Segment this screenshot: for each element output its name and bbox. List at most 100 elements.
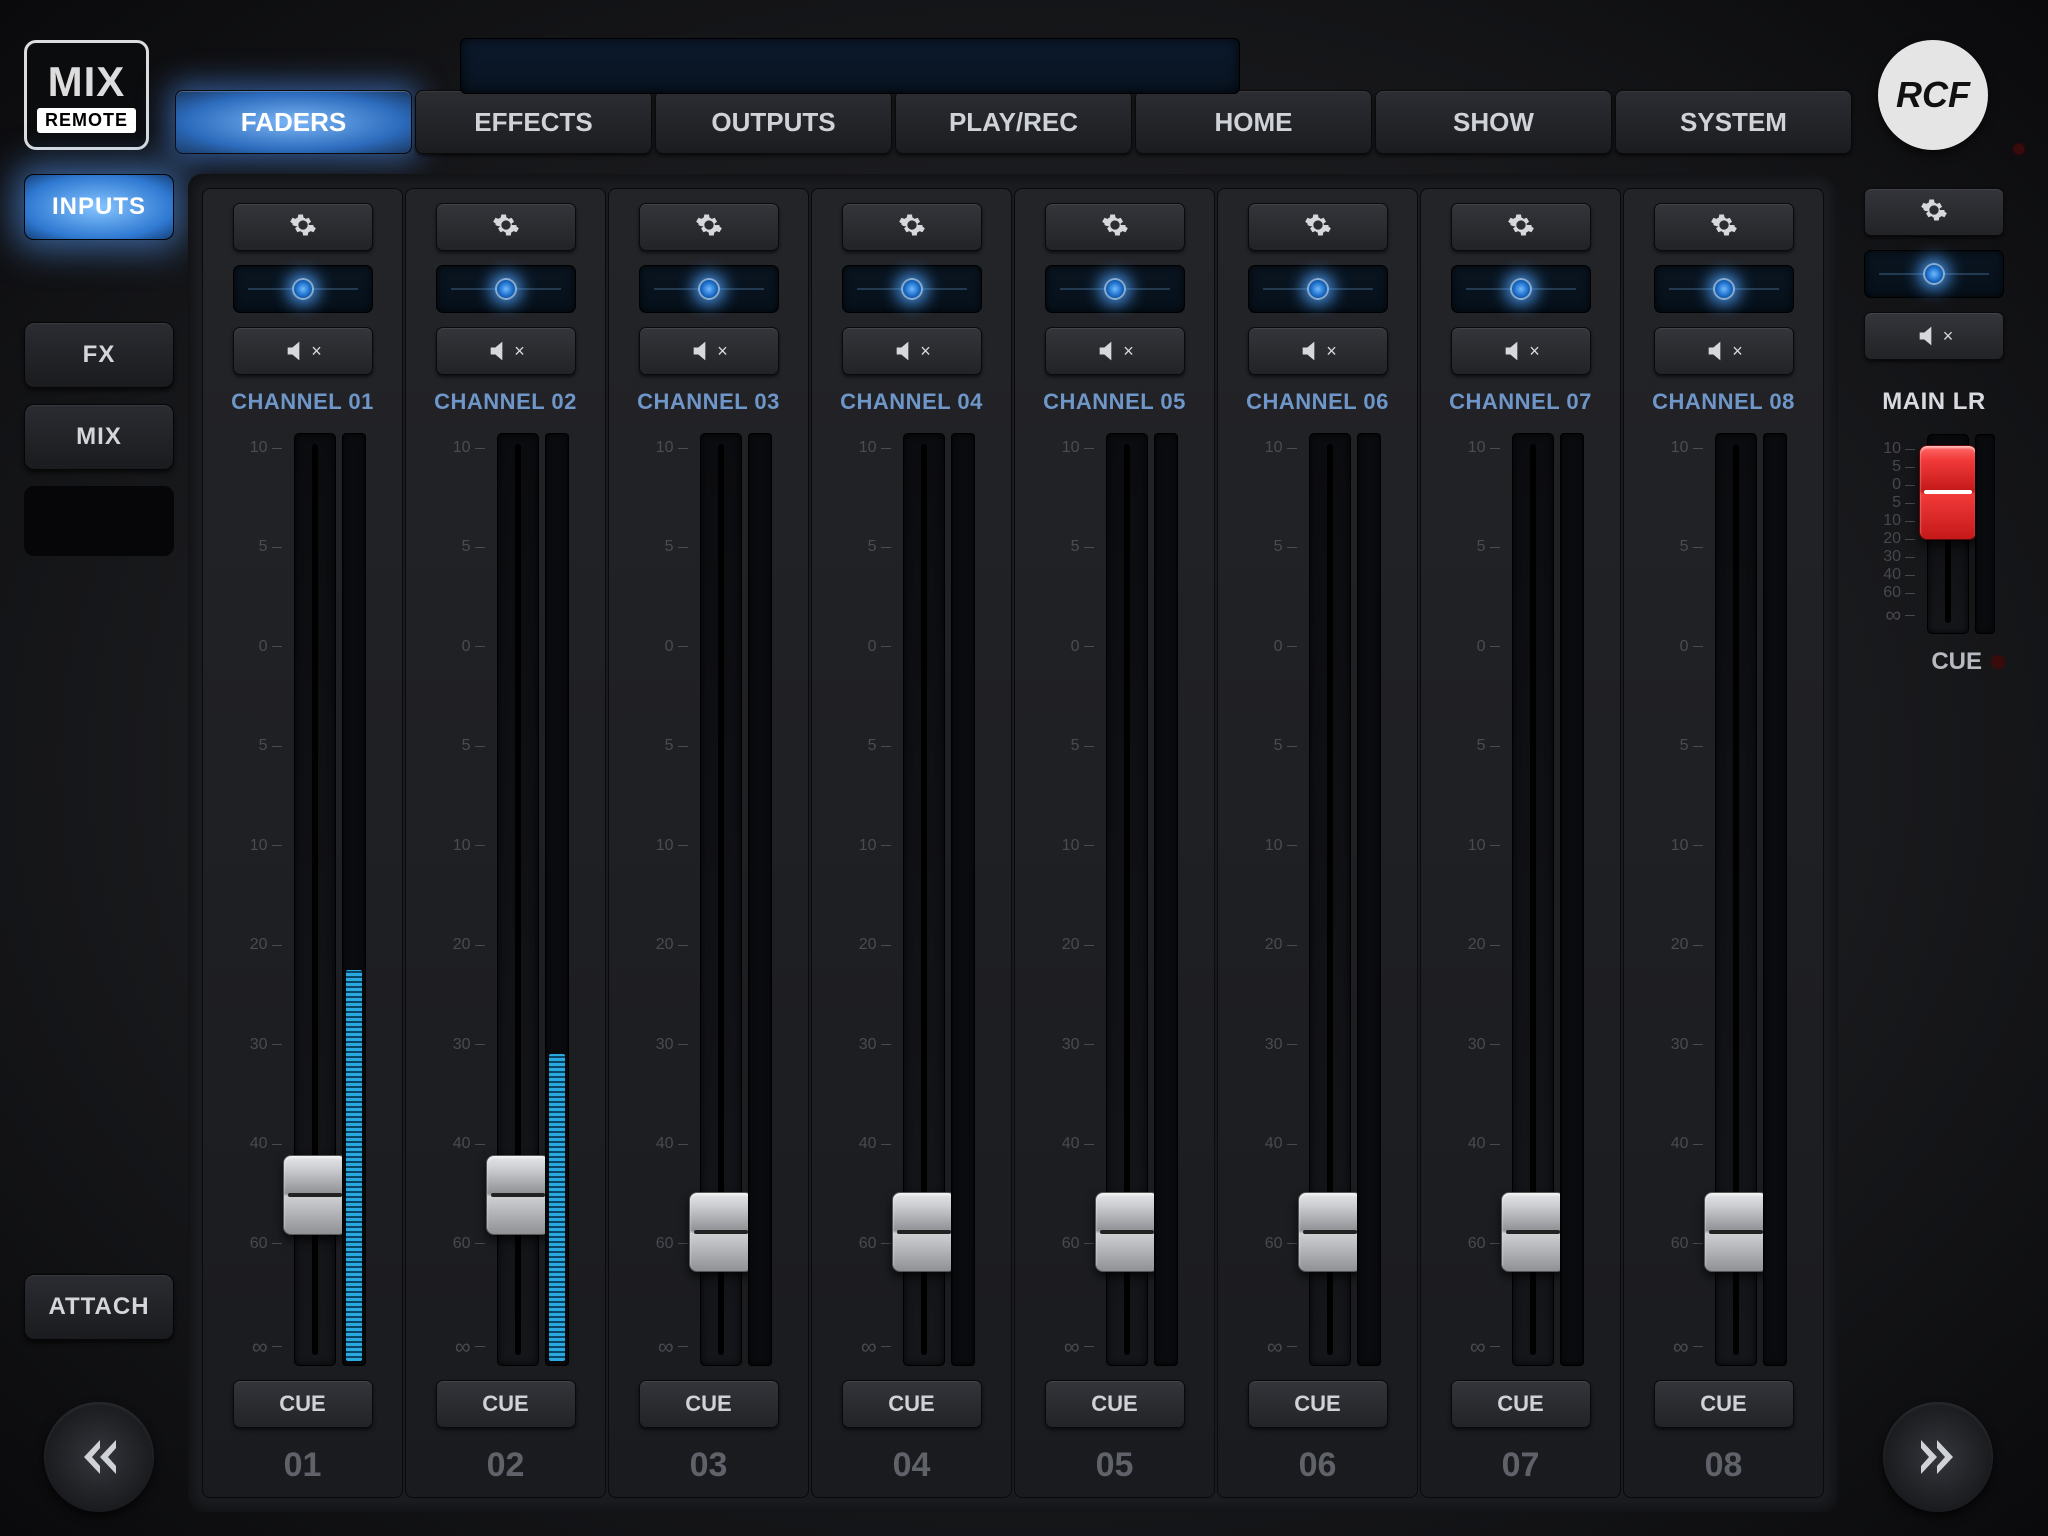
channel-cue-button[interactable]: CUE bbox=[1045, 1380, 1185, 1428]
scale-mark: 5 bbox=[1071, 737, 1094, 755]
channel-fader-track[interactable] bbox=[700, 433, 742, 1366]
channel-fader-track[interactable] bbox=[497, 433, 539, 1366]
logo-text-bottom: REMOTE bbox=[37, 108, 136, 133]
scale-mark: 40 bbox=[656, 1135, 688, 1153]
scale-mark: 10 bbox=[1062, 837, 1094, 855]
channel-mute-button[interactable]: × bbox=[1045, 327, 1185, 375]
scale-mark: 5 bbox=[868, 538, 891, 556]
channel-fader-knob[interactable] bbox=[1501, 1192, 1565, 1272]
channel-fader-knob[interactable] bbox=[689, 1192, 753, 1272]
channel-fader-scale: 105051020304060∞ bbox=[1052, 433, 1100, 1366]
channel-pan-control[interactable] bbox=[436, 265, 576, 313]
left-sidebar: INPUTS FX MIX ATTACH bbox=[24, 174, 174, 1512]
channel-mute-button[interactable]: × bbox=[233, 327, 373, 375]
sidebar-fx-button[interactable]: FX bbox=[24, 322, 174, 388]
scale-mark: 5 bbox=[868, 737, 891, 755]
mute-icon: × bbox=[689, 337, 728, 365]
brand-badge: RCF bbox=[1878, 40, 1988, 150]
channel-settings-button[interactable] bbox=[436, 203, 576, 251]
channel-settings-button[interactable] bbox=[233, 203, 373, 251]
tab-effects[interactable]: EFFECTS bbox=[415, 90, 652, 154]
channel-pan-control[interactable] bbox=[639, 265, 779, 313]
channel-level-meter bbox=[1763, 433, 1787, 1366]
channel-cue-button[interactable]: CUE bbox=[1654, 1380, 1794, 1428]
main-settings-button[interactable] bbox=[1864, 188, 2004, 236]
main-mute-button[interactable]: × bbox=[1864, 312, 2004, 360]
channel-strip-08: ×CHANNEL 08105051020304060∞CUE08 bbox=[1623, 188, 1824, 1498]
gear-icon bbox=[1304, 211, 1332, 244]
channel-cue-button[interactable]: CUE bbox=[436, 1380, 576, 1428]
scale-mark: 10 bbox=[656, 439, 688, 457]
gear-icon bbox=[898, 211, 926, 244]
channel-fader-area: 105051020304060∞ bbox=[213, 429, 392, 1366]
channel-level-meter bbox=[545, 433, 569, 1366]
channel-cue-button[interactable]: CUE bbox=[1248, 1380, 1388, 1428]
sidebar-inputs-button[interactable]: INPUTS bbox=[24, 174, 174, 240]
main-fader-track[interactable] bbox=[1927, 434, 1969, 634]
page-next-button[interactable] bbox=[1883, 1402, 1993, 1512]
attach-button[interactable]: ATTACH bbox=[24, 1274, 174, 1340]
tab-faders[interactable]: FADERS bbox=[175, 90, 412, 154]
channel-cue-button[interactable]: CUE bbox=[639, 1380, 779, 1428]
scale-mark: 30 bbox=[1468, 1036, 1500, 1054]
channel-fader-track[interactable] bbox=[1309, 433, 1351, 1366]
scale-mark: 0 bbox=[868, 638, 891, 656]
tab-system[interactable]: SYSTEM bbox=[1615, 90, 1852, 154]
channel-pan-control[interactable] bbox=[1248, 265, 1388, 313]
channel-settings-button[interactable] bbox=[1654, 203, 1794, 251]
page-prev-button[interactable] bbox=[44, 1402, 154, 1512]
channel-mute-button[interactable]: × bbox=[842, 327, 982, 375]
channel-settings-button[interactable] bbox=[1451, 203, 1591, 251]
main-cue-label: CUE bbox=[1931, 648, 1982, 676]
scale-mark: 5 bbox=[462, 737, 485, 755]
channel-cue-button[interactable]: CUE bbox=[233, 1380, 373, 1428]
channel-fader-knob[interactable] bbox=[1704, 1192, 1768, 1272]
scale-mark: 10 bbox=[1468, 439, 1500, 457]
channel-fader-knob[interactable] bbox=[283, 1155, 347, 1235]
channel-mute-button[interactable]: × bbox=[436, 327, 576, 375]
channel-cue-button[interactable]: CUE bbox=[842, 1380, 982, 1428]
tab-outputs[interactable]: OUTPUTS bbox=[655, 90, 892, 154]
channel-mute-button[interactable]: × bbox=[1451, 327, 1591, 375]
scale-mark: 30 bbox=[1671, 1036, 1703, 1054]
channel-number: 05 bbox=[1096, 1446, 1134, 1485]
channel-number: 07 bbox=[1502, 1446, 1540, 1485]
scale-mark: 10 bbox=[1671, 439, 1703, 457]
channel-settings-button[interactable] bbox=[1248, 203, 1388, 251]
channel-fader-track[interactable] bbox=[1715, 433, 1757, 1366]
channel-pan-control[interactable] bbox=[1654, 265, 1794, 313]
channel-fader-track[interactable] bbox=[1106, 433, 1148, 1366]
channel-fader-track[interactable] bbox=[1512, 433, 1554, 1366]
channel-mute-button[interactable]: × bbox=[1248, 327, 1388, 375]
pan-indicator-icon bbox=[1713, 278, 1735, 300]
channel-fader-knob[interactable] bbox=[1095, 1192, 1159, 1272]
channel-pan-control[interactable] bbox=[1045, 265, 1185, 313]
channel-pan-control[interactable] bbox=[842, 265, 982, 313]
scale-mark: 40 bbox=[859, 1135, 891, 1153]
channel-settings-button[interactable] bbox=[1045, 203, 1185, 251]
channel-fader-knob[interactable] bbox=[1298, 1192, 1362, 1272]
tab-home[interactable]: HOME bbox=[1135, 90, 1372, 154]
tab-play-rec[interactable]: PLAY/REC bbox=[895, 90, 1132, 154]
channel-fader-knob[interactable] bbox=[486, 1155, 550, 1235]
channel-pan-control[interactable] bbox=[1451, 265, 1591, 313]
scale-mark: 30 bbox=[453, 1036, 485, 1054]
channel-fader-track[interactable] bbox=[903, 433, 945, 1366]
scale-mark: 10 bbox=[656, 837, 688, 855]
main-cue-indicator: CUE bbox=[1856, 648, 2012, 676]
channel-settings-button[interactable] bbox=[639, 203, 779, 251]
channel-fader-knob[interactable] bbox=[892, 1192, 956, 1272]
channel-number: 03 bbox=[690, 1446, 728, 1485]
channel-cue-button[interactable]: CUE bbox=[1451, 1380, 1591, 1428]
tab-show[interactable]: SHOW bbox=[1375, 90, 1612, 154]
main-pan-control[interactable] bbox=[1864, 250, 2004, 298]
channel-mute-button[interactable]: × bbox=[639, 327, 779, 375]
channel-pan-control[interactable] bbox=[233, 265, 373, 313]
channel-settings-button[interactable] bbox=[842, 203, 982, 251]
channel-fader-track[interactable] bbox=[294, 433, 336, 1366]
channel-mute-button[interactable]: × bbox=[1654, 327, 1794, 375]
chevron-left-double-icon bbox=[74, 1432, 124, 1482]
scale-mark: 60 bbox=[656, 1235, 688, 1253]
sidebar-mix-button[interactable]: MIX bbox=[24, 404, 174, 470]
main-fader-knob[interactable] bbox=[1919, 445, 1977, 540]
